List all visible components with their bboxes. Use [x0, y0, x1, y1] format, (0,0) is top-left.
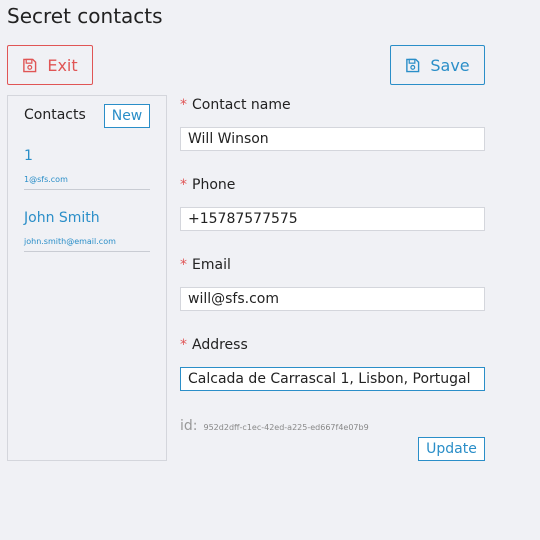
required-marker: *	[180, 177, 187, 193]
update-button[interactable]: Update	[418, 437, 485, 461]
address-label: * Address	[180, 337, 248, 353]
email-input[interactable]	[180, 287, 485, 311]
contact-name-input[interactable]	[180, 127, 485, 151]
contact-name[interactable]: John Smith	[24, 210, 100, 226]
exit-label: Exit	[47, 55, 78, 75]
contact-list: 1 1@sfs.com John Smith john.smith@email.…	[24, 146, 150, 270]
contact-name[interactable]: 1	[24, 148, 33, 164]
floppy-disk-icon	[23, 58, 37, 72]
app-title: Secret contacts	[7, 4, 163, 28]
contact-list-item[interactable]: 1 1@sfs.com	[24, 146, 150, 190]
id-label: id:	[180, 418, 198, 434]
required-marker: *	[180, 337, 187, 353]
email-label: * Email	[180, 257, 231, 273]
phone-label: * Phone	[180, 177, 236, 193]
required-marker: *	[180, 97, 187, 113]
contact-name-label: * Contact name	[180, 97, 291, 113]
id-value: 952d2dff-c1ec-42ed-a225-ed667f4e07b9	[203, 423, 369, 432]
floppy-disk-icon	[406, 58, 420, 72]
contacts-sidebar: Contacts New 1 1@sfs.com John Smith john…	[7, 95, 167, 461]
phone-input[interactable]	[180, 207, 485, 231]
contact-list-item[interactable]: John Smith john.smith@email.com	[24, 208, 150, 252]
new-contact-button[interactable]: New	[104, 104, 150, 128]
contact-email: john.smith@email.com	[24, 237, 116, 246]
save-button[interactable]: Save	[390, 45, 485, 85]
sidebar-title: Contacts	[24, 107, 86, 123]
exit-button[interactable]: Exit	[7, 45, 93, 85]
contact-id-row: id: 952d2dff-c1ec-42ed-a225-ed667f4e07b9	[180, 418, 369, 434]
address-input[interactable]	[180, 367, 485, 391]
save-label: Save	[430, 55, 470, 75]
contact-email: 1@sfs.com	[24, 175, 68, 184]
required-marker: *	[180, 257, 187, 273]
